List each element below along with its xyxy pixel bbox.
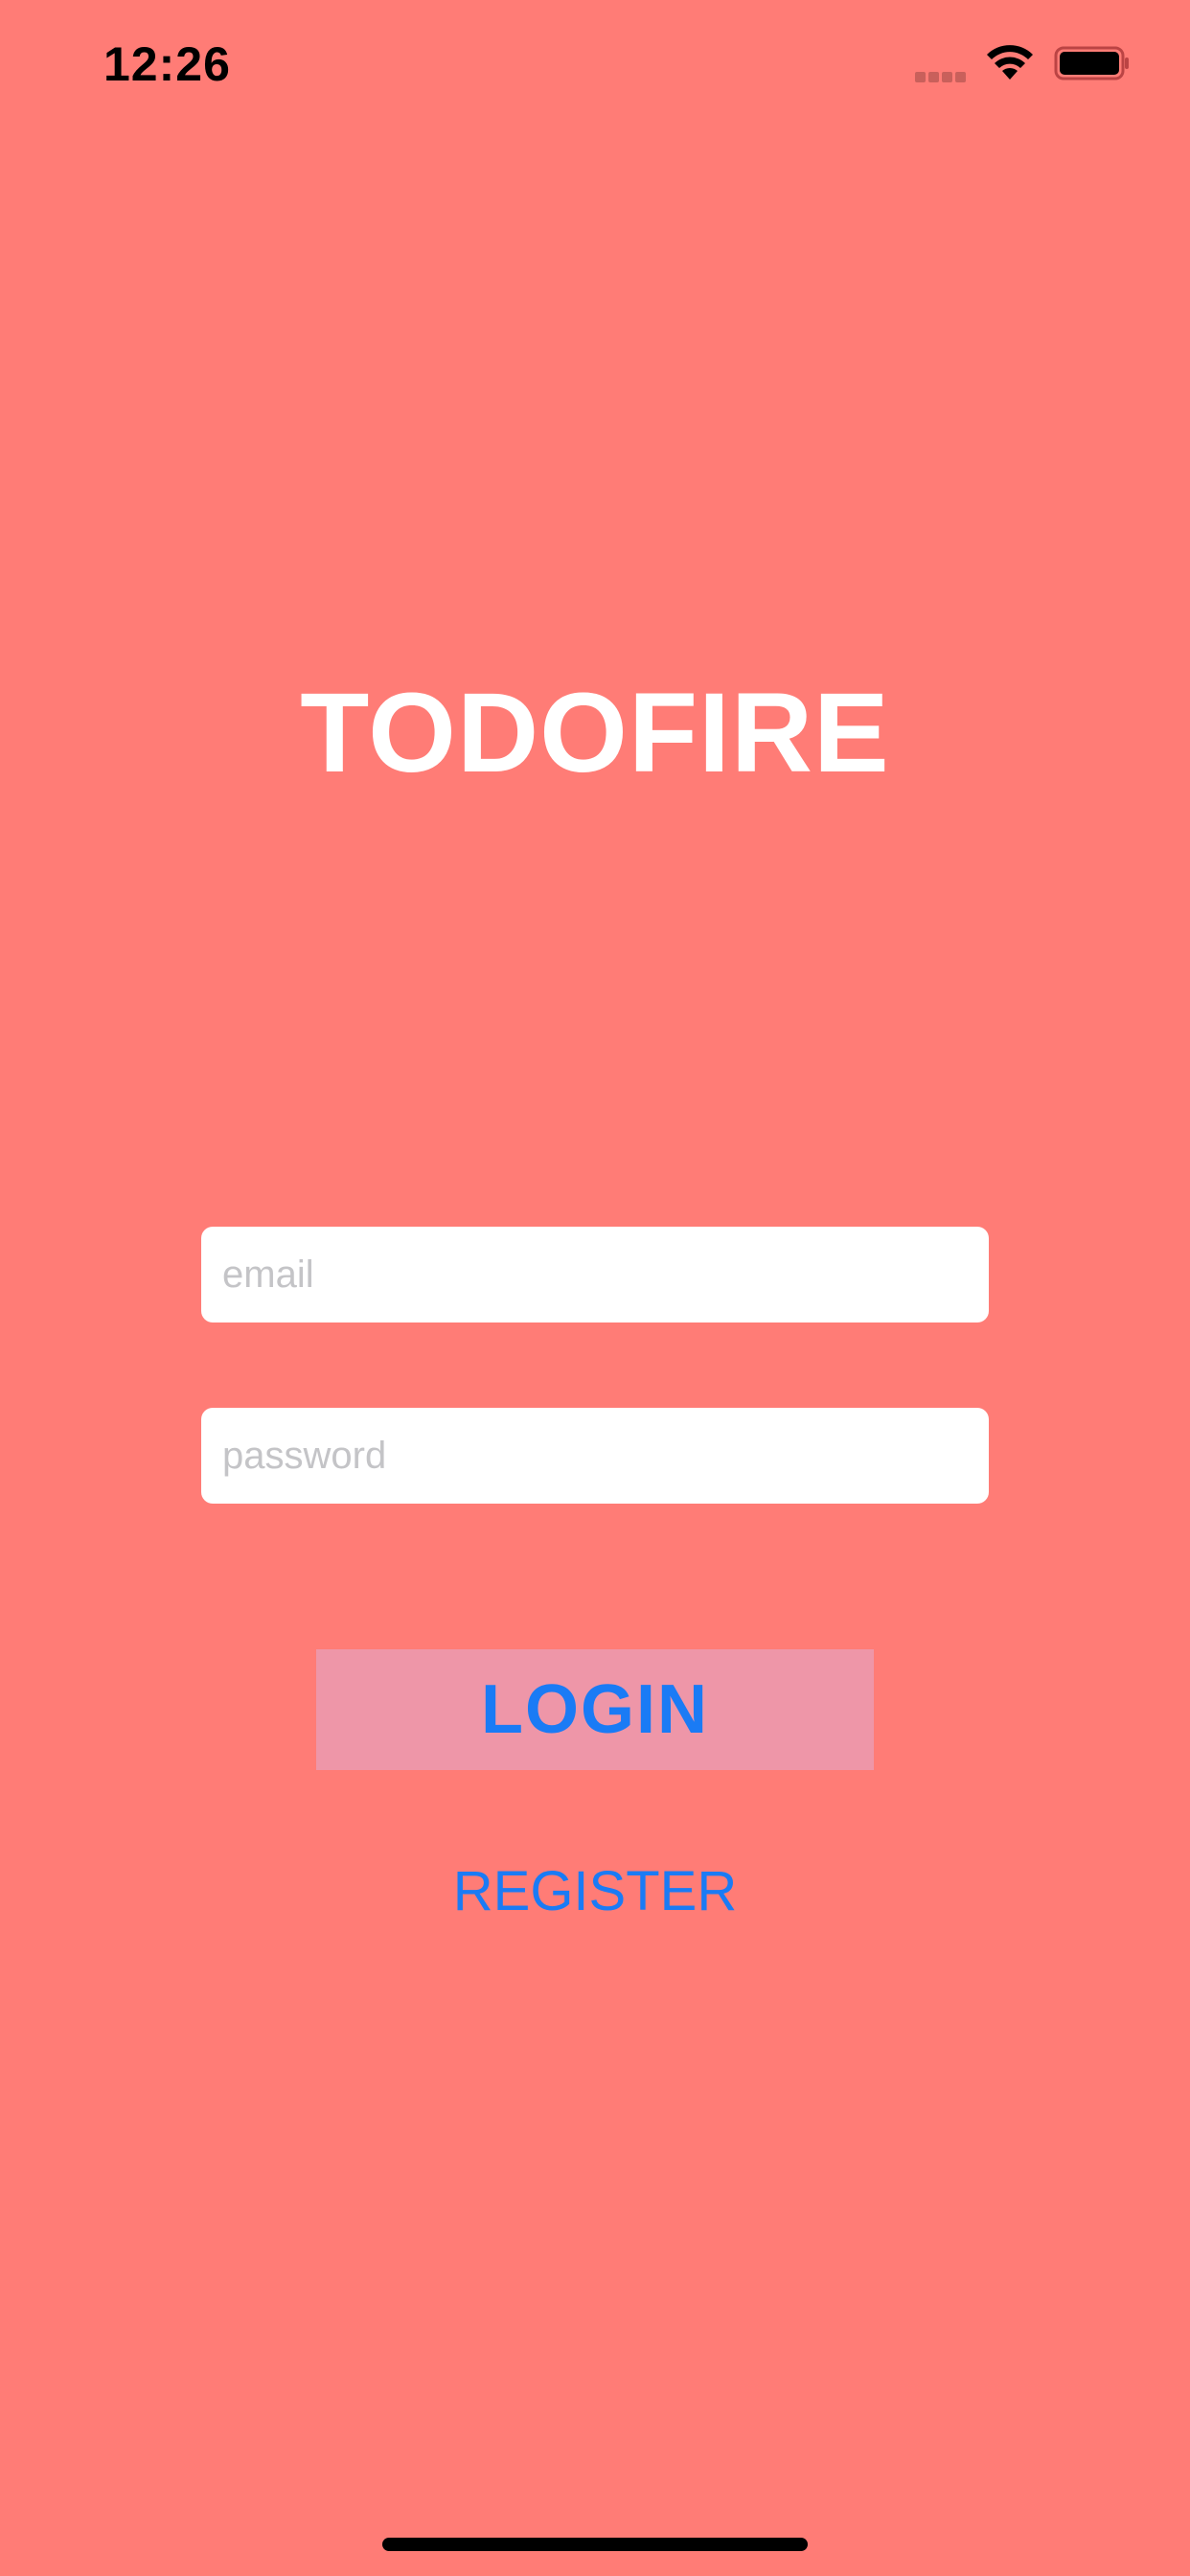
- battery-icon: [1054, 46, 1129, 80]
- login-button[interactable]: LOGIN: [316, 1649, 874, 1770]
- password-field[interactable]: [201, 1408, 989, 1504]
- wifi-icon: [987, 45, 1033, 80]
- register-button[interactable]: REGISTER: [0, 1859, 1190, 1923]
- signal-icon: [915, 70, 971, 82]
- app-title: TODOFIRE: [300, 670, 890, 796]
- home-indicator[interactable]: [382, 2538, 808, 2551]
- status-time: 12:26: [103, 37, 231, 91]
- email-field[interactable]: [201, 1227, 989, 1322]
- status-bar: 12:26: [0, 0, 1190, 134]
